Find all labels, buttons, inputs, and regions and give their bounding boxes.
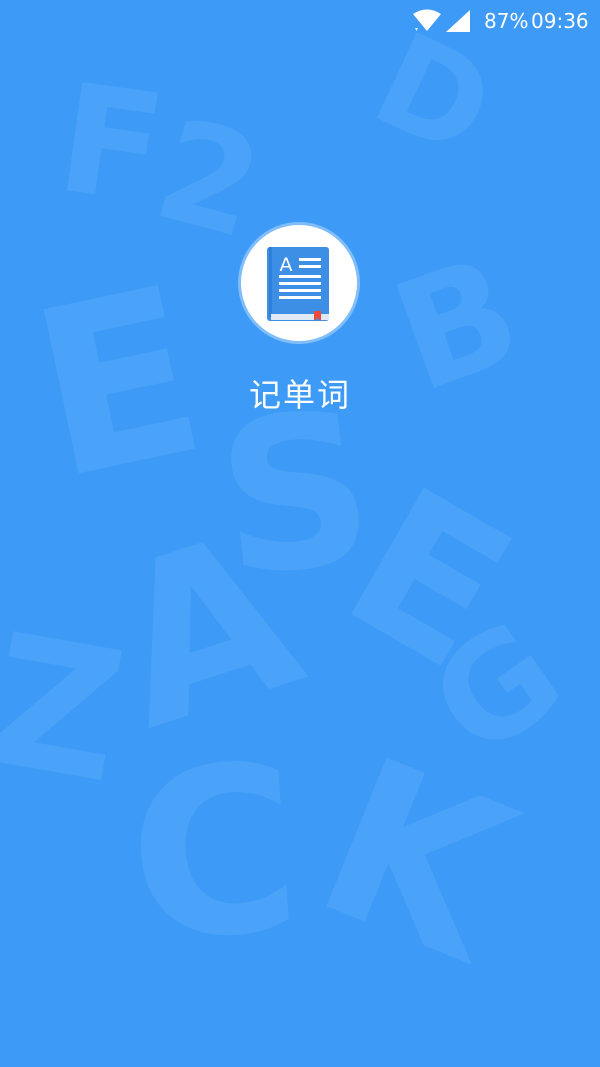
- app-name: 记单词: [248, 376, 351, 414]
- logo-letter: A: [280, 254, 293, 276]
- bg-letter: K: [288, 709, 543, 1011]
- background-letter-pattern: D E F S A E B C K 2 Z G: [0, 0, 600, 1067]
- cellular-signal-icon: [446, 10, 470, 32]
- status-clock: 09:36: [531, 9, 589, 33]
- bg-letter: F: [48, 51, 175, 239]
- bg-letter: E: [311, 444, 546, 715]
- splash-screen: D E F S A E B C K 2 Z G 87% 09:36 A 记单词: [0, 0, 600, 1067]
- app-logo: A: [241, 225, 357, 341]
- bg-letter: G: [403, 589, 591, 790]
- bg-letter: C: [120, 715, 308, 994]
- battery-percentage: 87%: [484, 9, 529, 33]
- bg-letter: A: [84, 481, 326, 779]
- bg-letter: S: [207, 364, 384, 625]
- wifi-icon: [413, 9, 441, 31]
- status-bar: 87% 09:36: [0, 0, 600, 40]
- book-icon: A: [267, 247, 329, 321]
- bg-letter: Z: [0, 595, 138, 824]
